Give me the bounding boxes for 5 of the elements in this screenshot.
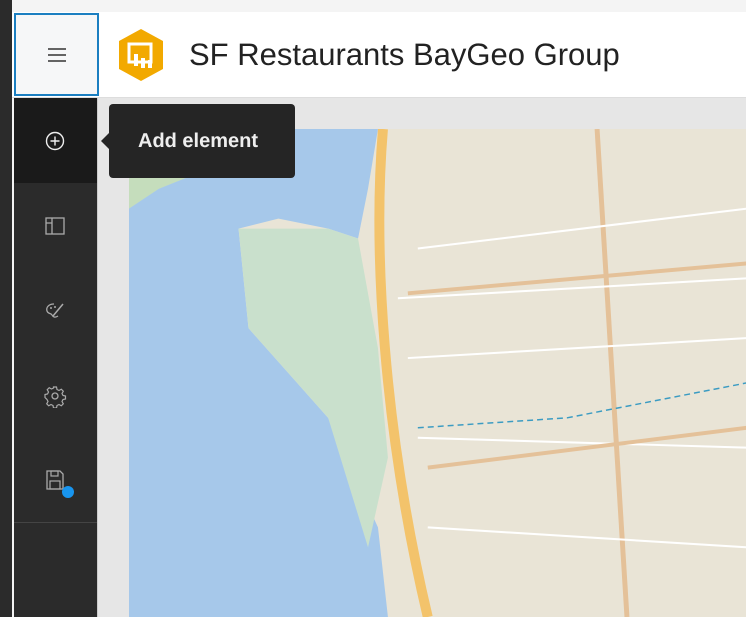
gear-icon (43, 384, 68, 408)
menu-button[interactable] (14, 13, 99, 96)
menu-icon (46, 46, 66, 62)
app-title: SF Restaurants BayGeo Group (189, 36, 620, 72)
tooltip-text: Add element (138, 130, 258, 152)
